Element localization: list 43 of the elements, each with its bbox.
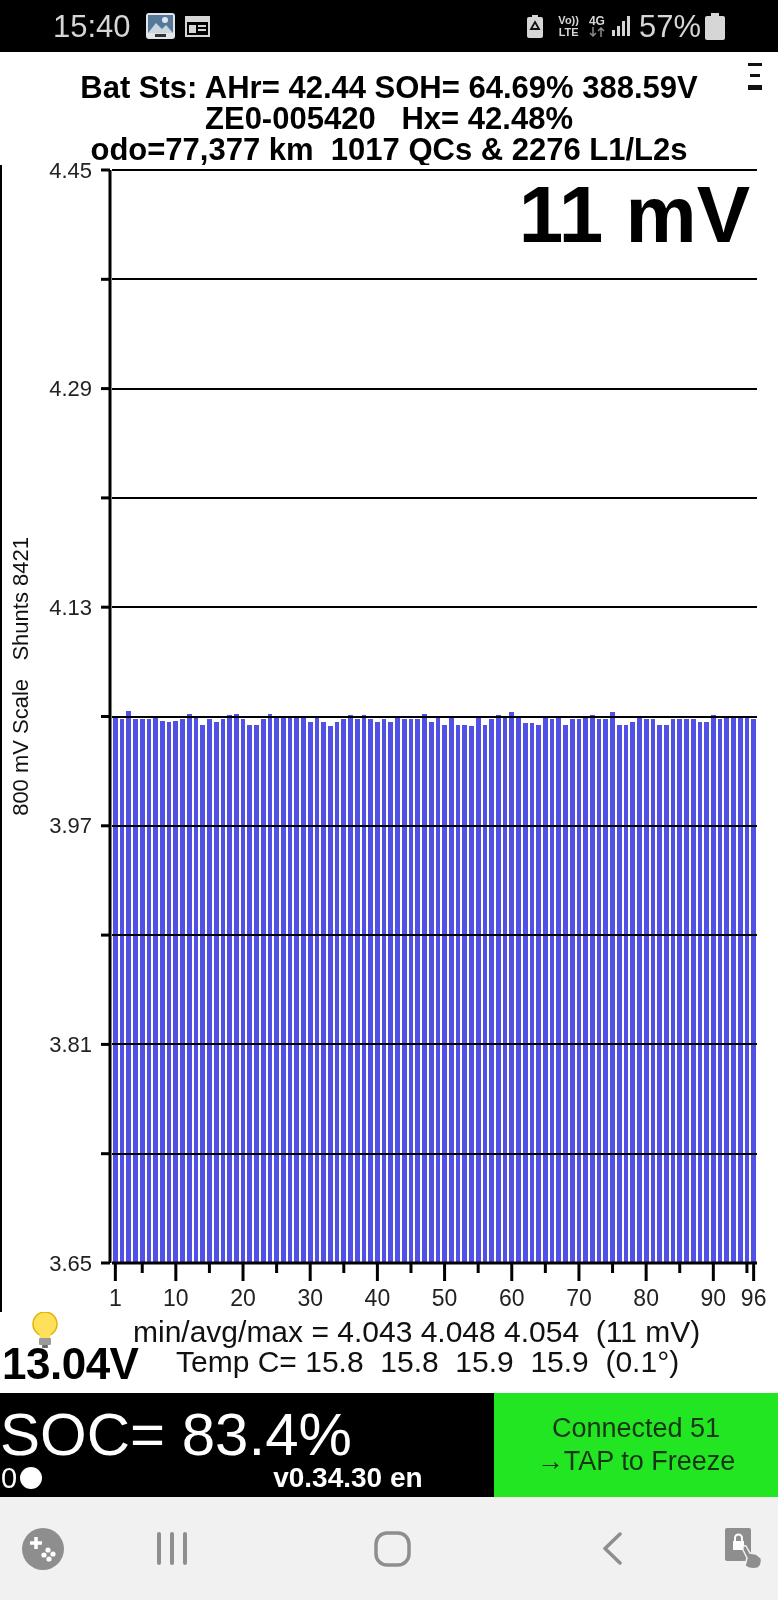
menu-icon[interactable] — [748, 63, 762, 90]
battery-status-text: Bat Sts: AHr= 42.44 SOH= 64.69% 388.59V — [80, 72, 698, 103]
axis-tick-label: 4.45 — [49, 157, 92, 183]
data-arrows-icon — [588, 27, 605, 37]
recent-apps-icon[interactable] — [156, 1532, 188, 1565]
home-icon[interactable] — [374, 1530, 411, 1567]
soc-text: SOC= 83.4% — [0, 1405, 353, 1465]
axis-tick-label: 3.97 — [49, 813, 92, 839]
battery-percent-text: 57% — [638, 10, 701, 42]
axis-tick-label: 90 — [700, 1285, 727, 1311]
axis-tick-label: 3.65 — [49, 1250, 92, 1276]
news-card-icon — [184, 15, 210, 37]
axis-tick-label: 70 — [566, 1285, 592, 1311]
version-text: v0.34.30 en — [273, 1465, 423, 1491]
odometer-text: odo=77,377 km 1017 QCs & 2276 L1/L2s — [90, 134, 688, 165]
spread-value-text: 11 mV — [518, 175, 750, 255]
connection-button[interactable]: Connected 51 →TAP to Freeze — [494, 1393, 778, 1497]
axis-tick-label: 50 — [431, 1285, 458, 1311]
temperature-text: Temp C= 15.8 15.8 15.9 15.9 (0.1°) — [176, 1347, 680, 1377]
axis-tick-label: 10 — [163, 1285, 189, 1311]
clock-text: 15:40 — [53, 10, 131, 42]
axis-tick-label: 96 — [740, 1285, 767, 1311]
network-type-text: 4G — [588, 15, 605, 27]
vehicle-id-text: ZE0-005420 Hx= 42.48% — [205, 103, 573, 134]
axis-tick-label: 80 — [633, 1285, 659, 1311]
counter-text: 0 — [1, 1465, 18, 1491]
axis-tick-label: 30 — [297, 1285, 323, 1311]
axis-title: 800 mV Scale Shunts 8421 — [9, 537, 33, 816]
axis-tick-label: 20 — [230, 1285, 256, 1311]
axis-tick-label: 60 — [498, 1285, 525, 1311]
hand-lock-icon[interactable] — [725, 1527, 763, 1570]
back-icon[interactable] — [602, 1532, 623, 1565]
axis-tick-label: 4.29 — [49, 376, 92, 402]
axis-tick-label: 4.13 — [49, 594, 92, 620]
gamepad-icon[interactable] — [22, 1527, 64, 1570]
signal-bars-icon — [611, 16, 631, 36]
axis-tick-label: 3.81 — [49, 1031, 92, 1057]
picture-icon — [145, 13, 175, 39]
axis-tick-label: 40 — [364, 1285, 391, 1311]
volte-text: Vo)) — [558, 14, 579, 26]
battery-icon — [705, 12, 725, 40]
lte-text: LTE — [558, 26, 579, 38]
axis-tick-label: 1 — [108, 1285, 122, 1311]
